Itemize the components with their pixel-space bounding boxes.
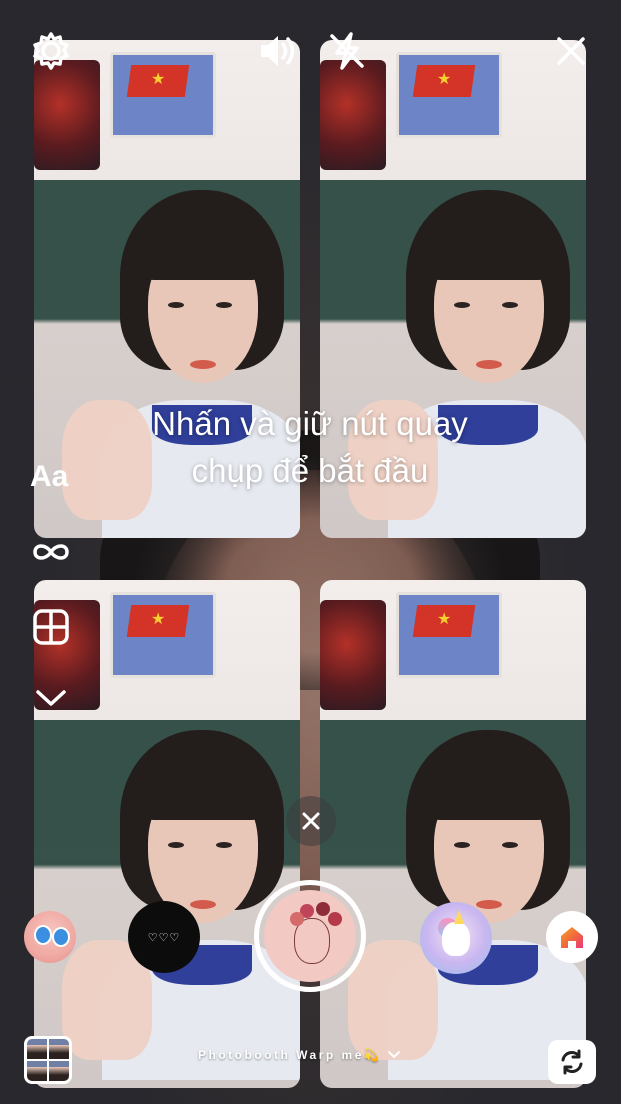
chevron-down-icon[interactable] [30,678,72,718]
speaker-icon[interactable] [254,28,300,74]
hearts-effect[interactable]: ♡♡♡ [128,901,200,973]
home-effect[interactable] [546,911,598,963]
dismiss-effect-button[interactable] [286,796,336,846]
wall-poster: ★ [110,592,216,678]
hint-line-2: chụp để bắt đầu [191,452,429,489]
hint-line-1: Nhấn và giữ nút quay [152,405,468,442]
close-icon[interactable] [548,28,594,74]
effect-name-label: Photobooth Warp me💫 [198,1048,382,1062]
unicorn-effect[interactable] [420,902,492,974]
camera-flip-button[interactable] [548,1040,596,1084]
wall-art [320,60,386,170]
wall-art [320,600,386,710]
layout-grid-icon[interactable] [30,606,72,648]
camera-flip-icon [561,1049,583,1075]
person [348,730,586,1080]
wall-poster: ★ [396,52,502,138]
flash-off-icon[interactable] [324,28,370,74]
chevron-down-icon [388,1051,401,1059]
text-tool-button[interactable]: Aa [30,460,68,494]
gallery-thumbnail[interactable] [24,1036,72,1084]
capture-hint: Nhấn và giữ nút quay chụp để bắt đầu [110,400,510,494]
home-icon [561,927,583,948]
hearts-label: ♡♡♡ [147,931,181,944]
camera-screen: ★ ★ ★ ★ Aa Nhấn và giữ nút quay chụp để … [0,0,621,1104]
wall-poster: ★ [396,592,502,678]
person [62,730,300,1080]
photobooth-tile-4: ★ [320,580,586,1088]
close-icon [302,812,320,830]
photobooth-tile-3: ★ [34,580,300,1088]
flower-sketch-effect [264,890,356,982]
infinity-icon[interactable] [28,532,74,572]
wall-poster: ★ [110,52,216,138]
settings-gear-icon[interactable] [28,28,74,74]
effect-name-selector[interactable]: Photobooth Warp me💫 [198,1048,401,1062]
wall-art [34,60,100,170]
doraemon-effect[interactable] [24,911,76,963]
capture-button[interactable] [254,880,366,992]
